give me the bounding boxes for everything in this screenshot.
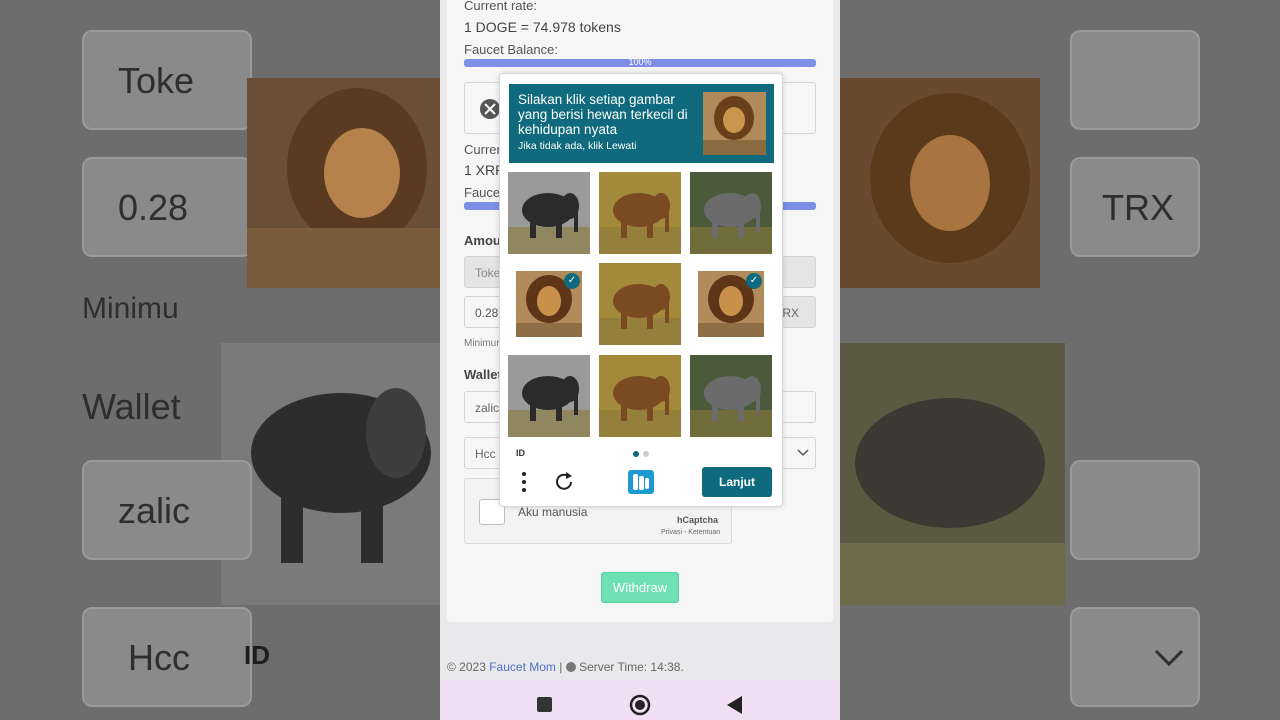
elephant-image (690, 355, 772, 437)
bg-right-card-1 (1070, 30, 1200, 130)
chevron-down-icon (797, 449, 809, 457)
bg-amount-label: 0.28 (118, 187, 189, 228)
bg-address-label: zalic (118, 490, 191, 531)
captcha-prompt-title: Silakan klik setiap gambar yang berisi h… (518, 92, 688, 137)
withdraw-button[interactable]: Withdraw (601, 572, 679, 603)
balance-percent: 100% (628, 57, 652, 67)
language-selector[interactable]: ID (516, 448, 525, 458)
second-balance-label: Fauce (464, 185, 501, 200)
current-rate-label: Current rate: (464, 0, 537, 13)
android-navbar (440, 680, 840, 720)
bg-chevron-down-icon (1154, 649, 1184, 667)
amount-field-text: 0.28 (475, 306, 499, 320)
elephant-image (599, 263, 681, 345)
checkmark-icon: ✓ (564, 273, 580, 289)
footer-separator: | (559, 660, 563, 674)
wallet-field-text: zalic (475, 401, 500, 415)
bg-right-card-4 (1070, 607, 1200, 707)
menu-dots-icon[interactable] (520, 470, 528, 494)
bg-minimum-label: Minimu (82, 292, 179, 325)
refresh-icon[interactable] (553, 471, 575, 493)
elephant-image (599, 355, 681, 437)
bg-elephant-image (221, 343, 440, 605)
bg-wallet-card: zalic (82, 460, 252, 560)
back-icon[interactable] (726, 695, 744, 715)
bg-id-label: ID (244, 640, 270, 670)
captcha-prompt: Silakan klik setiap gambar yang berisi h… (509, 84, 774, 163)
page-dot-active (633, 451, 639, 457)
hcaptcha-checkbox-label: Aku manusia (518, 505, 588, 519)
bg-lion-image (247, 78, 440, 288)
elephant-image (508, 172, 590, 254)
second-rate-label: Curren (464, 142, 504, 157)
captcha-tile-elephant[interactable] (690, 172, 772, 254)
bg-lion-image-right (840, 78, 1040, 288)
captcha-tile-lion[interactable]: ✓ (508, 263, 590, 345)
page-dot (643, 451, 649, 457)
elephant-image (690, 172, 772, 254)
recent-apps-icon[interactable] (537, 697, 552, 712)
balance-label: Faucet Balance: (464, 42, 558, 57)
captcha-tile-lion[interactable]: ✓ (690, 263, 772, 345)
footer-server-time: Server Time: 14:38. (579, 660, 684, 674)
bg-trx-label: TRX (1102, 187, 1174, 228)
clock-icon (565, 662, 576, 672)
next-button[interactable]: Lanjut (702, 467, 772, 497)
footer-copyright: © 2023 (447, 660, 486, 674)
bg-token-label: Toke (118, 60, 195, 101)
currency-select-text: Hcc (475, 447, 496, 461)
footer: © 2023 Faucet Mom | Server Time: 14:38. (447, 660, 684, 674)
background-left: Toke 0.28 Minimu Wallet zalic Hcc ID (0, 0, 440, 720)
footer-site-link[interactable]: Faucet Mom (489, 660, 556, 674)
elephant-image (508, 355, 590, 437)
token-field-text: Toke (475, 266, 501, 280)
hcaptcha-links[interactable]: Privasi - Ketentuan (661, 529, 720, 536)
hcaptcha-logo-icon (628, 470, 654, 494)
captcha-tile-elephant[interactable] (508, 355, 590, 437)
current-rate-value: 1 DOGE = 74.978 tokens (464, 19, 621, 35)
bg-amount-card: 0.28 (82, 157, 252, 257)
background-right: TRX (840, 0, 1280, 720)
captcha-tile-elephant[interactable] (508, 172, 590, 254)
bg-wallet-label: Wallet (82, 386, 181, 427)
bg-right-card-2: TRX (1070, 157, 1200, 257)
captcha-tile-elephant[interactable] (599, 355, 681, 437)
bg-token-card: Toke (82, 30, 252, 130)
checkmark-icon: ✓ (746, 273, 762, 289)
hcaptcha-brand: hCaptcha (677, 515, 719, 525)
amount-label: Amou (464, 233, 501, 248)
elephant-image (599, 172, 681, 254)
wallet-label: Wallet (464, 367, 502, 382)
bg-select-label: Hcc (128, 637, 190, 678)
prompt-lion-image (703, 92, 766, 155)
bg-right-card-3 (1070, 460, 1200, 560)
captcha-tile-elephant[interactable] (599, 263, 681, 345)
balance-progress-bar: 100% (464, 57, 816, 67)
captcha-challenge: Silakan klik setiap gambar yang berisi h… (499, 73, 783, 507)
home-icon[interactable] (629, 694, 651, 716)
captcha-tile-elephant[interactable] (599, 172, 681, 254)
captcha-tile-elephant[interactable] (690, 355, 772, 437)
bg-select-card: Hcc (82, 607, 252, 707)
xrp-icon (480, 99, 500, 119)
bg-elephant-image-right (840, 343, 1065, 605)
